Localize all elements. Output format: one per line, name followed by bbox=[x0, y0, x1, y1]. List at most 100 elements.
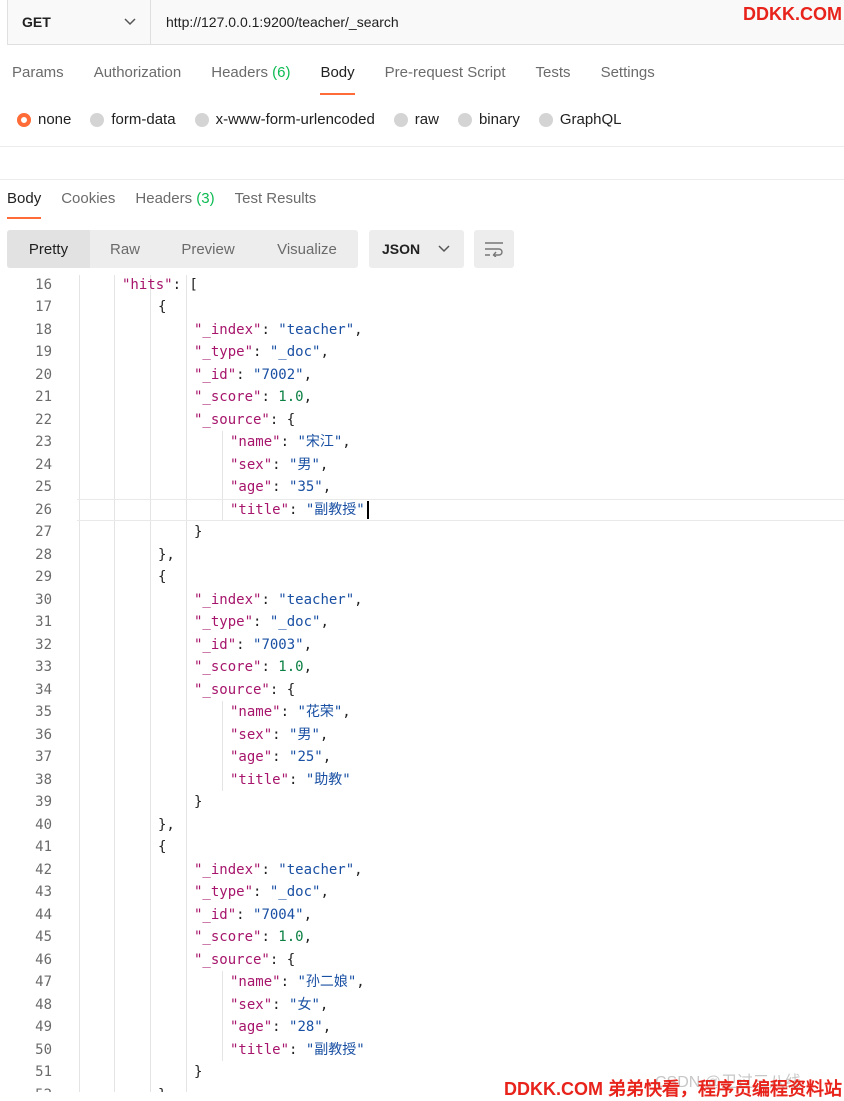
line-number: 16 bbox=[35, 276, 52, 293]
code-text: "title": "副教授" bbox=[230, 499, 365, 522]
code-line: 40}, bbox=[0, 814, 844, 837]
response-tab-headers[interactable]: Headers (3) bbox=[135, 190, 214, 220]
json-punctuation: , bbox=[342, 704, 351, 720]
code-line: 43 "_type": "_doc", bbox=[0, 881, 844, 904]
json-punctuation: : bbox=[272, 479, 290, 495]
watermark-bottom: DDKK.COM 弟弟快看，程序员编程资料站 bbox=[504, 1079, 842, 1099]
json-punctuation: : bbox=[261, 321, 279, 338]
json-string: "28" bbox=[289, 1019, 323, 1035]
json-punctuation: , bbox=[319, 726, 329, 743]
json-key: "title" bbox=[230, 501, 290, 518]
divider bbox=[0, 179, 844, 180]
json-punctuation: : bbox=[261, 929, 279, 945]
code-text: "_index": "teacher", bbox=[194, 859, 363, 882]
line-number: 44 bbox=[35, 906, 52, 923]
json-punctuation: { bbox=[158, 299, 167, 315]
response-tab-body[interactable]: Body bbox=[7, 190, 42, 220]
tab-label: Headers bbox=[135, 190, 193, 207]
view-preview-button[interactable]: Preview bbox=[160, 230, 256, 268]
tab-body[interactable]: Body bbox=[320, 64, 355, 96]
tab-headers[interactable]: Headers (6) bbox=[211, 64, 290, 96]
line-number: 45 bbox=[35, 929, 52, 945]
line-number: 35 bbox=[35, 704, 52, 720]
code-text: "_score": 1.0, bbox=[194, 656, 312, 679]
radio-dot-icon[interactable] bbox=[457, 112, 472, 127]
code-line: 25 "age": "35", bbox=[0, 476, 844, 499]
code-text: "title": "助教" bbox=[230, 769, 351, 792]
response-tab-cookies[interactable]: Cookies bbox=[61, 190, 115, 220]
radio-dot-icon[interactable] bbox=[538, 112, 553, 127]
radio-dot-icon[interactable] bbox=[17, 112, 31, 127]
wrap-lines-button[interactable] bbox=[474, 230, 514, 268]
radio-x-www-form-urlencoded[interactable]: x-www-form-urlencoded bbox=[194, 111, 375, 128]
request-tabs: Params Authorization Headers (6) Body Pre-re… bbox=[12, 64, 685, 96]
json-punctuation: , bbox=[303, 389, 313, 405]
line-number: 33 bbox=[35, 659, 52, 675]
line-number: 21 bbox=[35, 389, 52, 405]
json-punctuation: } bbox=[194, 1064, 203, 1080]
tab-tests[interactable]: Tests bbox=[536, 64, 571, 96]
code-text: "_type": "_doc", bbox=[194, 341, 329, 364]
code-text: } bbox=[194, 791, 202, 814]
json-punctuation: , bbox=[320, 614, 329, 630]
line-number: 25 bbox=[35, 479, 52, 495]
json-string: "女" bbox=[289, 996, 320, 1013]
code-text: "sex": "女", bbox=[230, 994, 328, 1017]
response-tab-test-results[interactable]: Test Results bbox=[235, 190, 317, 220]
json-punctuation: , bbox=[322, 1019, 332, 1035]
json-punctuation: : bbox=[253, 344, 270, 360]
radio-binary[interactable]: binary bbox=[457, 111, 520, 128]
tab-authorization[interactable]: Authorization bbox=[94, 64, 182, 96]
json-punctuation: { bbox=[158, 569, 167, 585]
tab-params[interactable]: Params bbox=[12, 64, 64, 96]
radio-graphql[interactable]: GraphQL bbox=[538, 111, 622, 128]
response-body-viewer[interactable]: 16 "hits": [17 {18 "_index": "teacher", 19 "_… bbox=[0, 275, 844, 1092]
view-visualize-button[interactable]: Visualize bbox=[256, 230, 358, 268]
radio-none[interactable]: none bbox=[17, 111, 71, 128]
json-punctuation: , bbox=[319, 456, 329, 473]
code-line: 50 "title": "副教授" bbox=[0, 1039, 844, 1062]
line-number: 24 bbox=[35, 456, 52, 473]
tab-label: Cookies bbox=[61, 190, 116, 207]
code-line: 33 "_score": 1.0, bbox=[0, 656, 844, 679]
json-punctuation: : bbox=[236, 366, 254, 383]
code-line: 32 "_id": "7003", bbox=[0, 634, 844, 657]
radio-dot-icon[interactable] bbox=[194, 112, 209, 127]
view-raw-button[interactable]: Raw bbox=[90, 230, 160, 268]
code-line: 28}, bbox=[0, 544, 844, 567]
json-punctuation: : [ bbox=[172, 276, 198, 293]
json-punctuation: , bbox=[356, 974, 365, 990]
json-punctuation: : bbox=[272, 749, 290, 765]
radio-dot-icon[interactable] bbox=[393, 112, 408, 127]
json-punctuation: , bbox=[354, 591, 363, 608]
chevron-down-icon bbox=[438, 245, 450, 253]
radio-raw[interactable]: raw bbox=[393, 111, 439, 128]
json-punctuation: , bbox=[303, 636, 313, 653]
code-line: 44 "_id": "7004", bbox=[0, 904, 844, 927]
url-input[interactable]: http://127.0.0.1:9200/teacher/_search bbox=[151, 14, 399, 30]
radio-label: GraphQL bbox=[559, 111, 622, 128]
wrap-lines-icon bbox=[485, 242, 503, 257]
code-text: "title": "副教授" bbox=[230, 1039, 365, 1062]
json-punctuation: , bbox=[322, 479, 332, 495]
json-string: "25" bbox=[289, 749, 323, 765]
json-string: "男" bbox=[289, 726, 320, 743]
method-select[interactable]: GET bbox=[8, 0, 151, 44]
code-line: 42 "_index": "teacher", bbox=[0, 859, 844, 882]
code-text: "_id": "7002", bbox=[194, 364, 312, 387]
tab-pre-request-script[interactable]: Pre-request Script bbox=[385, 64, 506, 96]
line-number: 46 bbox=[35, 951, 52, 968]
json-string: "副教授" bbox=[305, 1041, 365, 1058]
json-key: "name" bbox=[230, 704, 281, 720]
json-punctuation: , bbox=[354, 861, 363, 878]
json-punctuation: } bbox=[158, 1087, 166, 1093]
code-text: "_score": 1.0, bbox=[194, 386, 312, 409]
view-pretty-button[interactable]: Pretty bbox=[7, 230, 90, 268]
line-number: 18 bbox=[35, 321, 52, 338]
json-key: "sex" bbox=[230, 726, 273, 743]
code-line: 19 "_type": "_doc", bbox=[0, 341, 844, 364]
format-select[interactable]: JSON bbox=[369, 230, 464, 268]
tab-settings[interactable]: Settings bbox=[601, 64, 655, 96]
radio-dot-icon[interactable] bbox=[90, 112, 105, 127]
radio-form-data[interactable]: form-data bbox=[90, 111, 176, 128]
